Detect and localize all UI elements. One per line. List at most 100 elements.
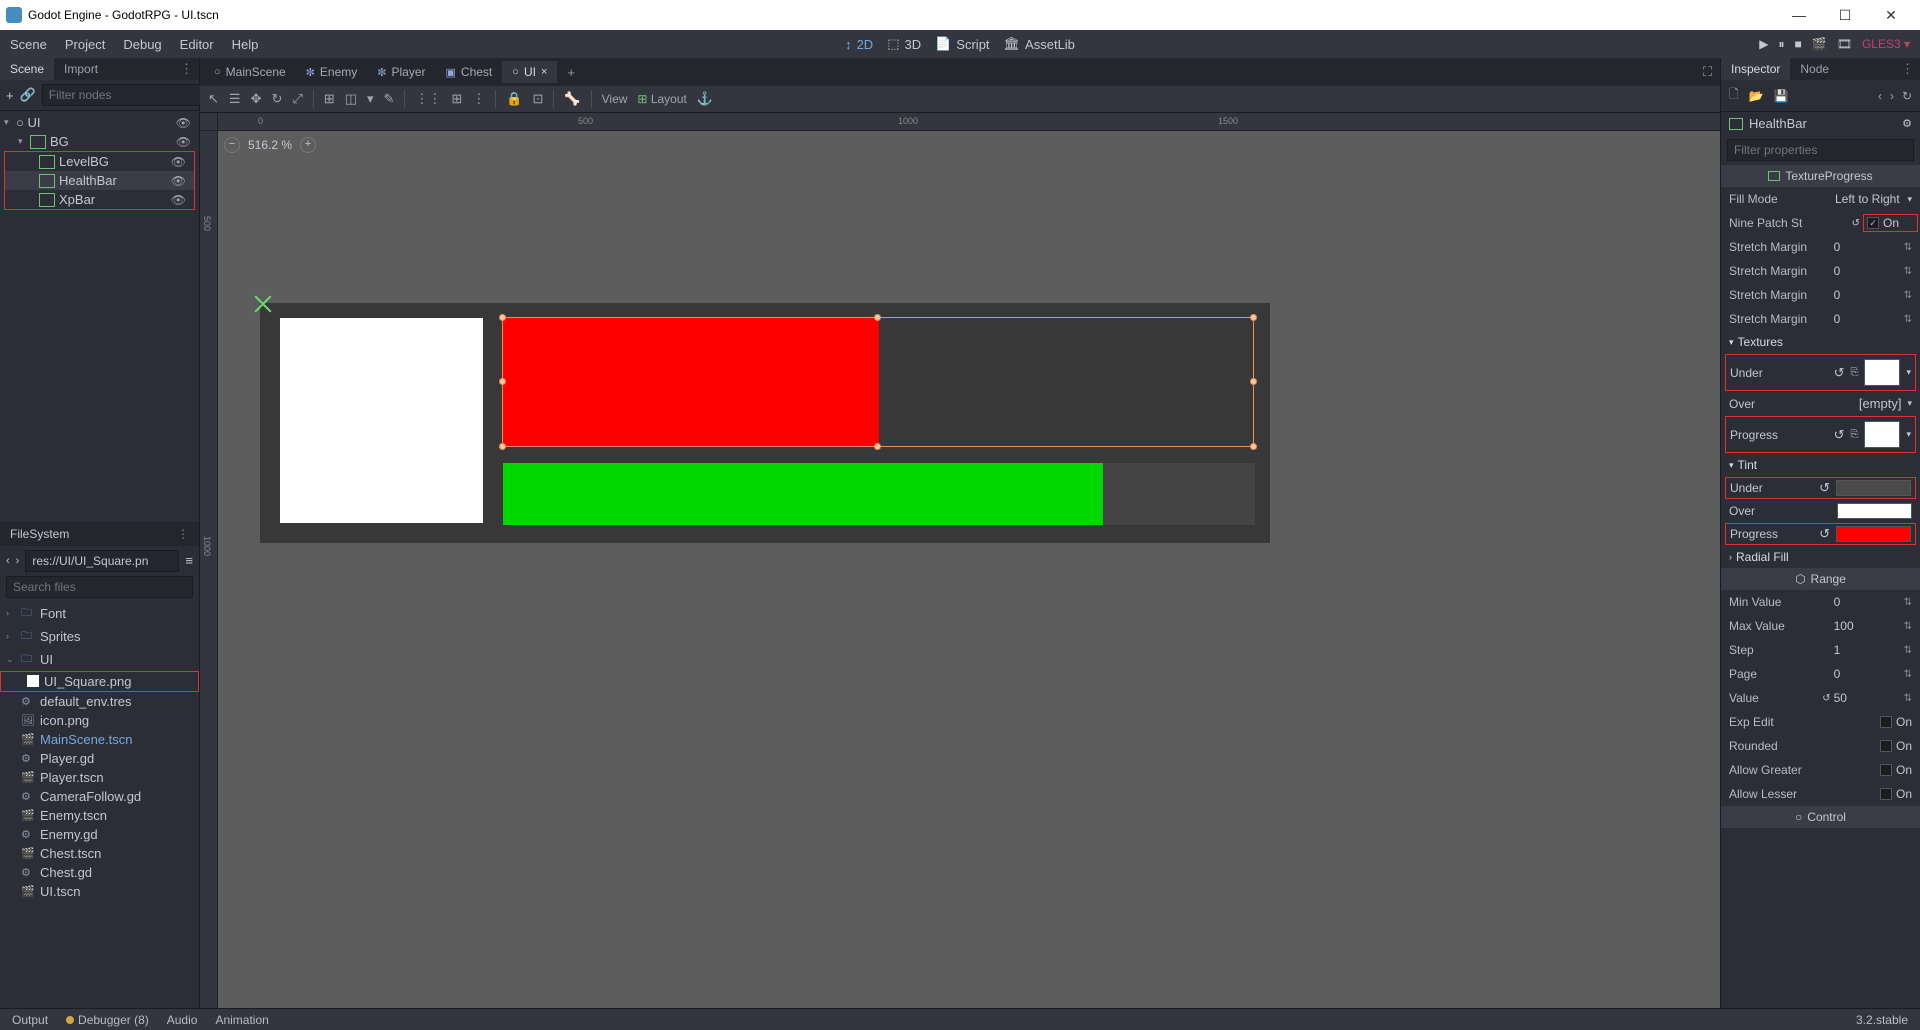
- scene-tab[interactable]: Scene: [0, 58, 54, 80]
- tree-node-bg[interactable]: ▾BG👁: [0, 132, 199, 151]
- load-resource-icon[interactable]: 📂: [1749, 89, 1764, 103]
- fs-file-enemy-gd[interactable]: ⚙Enemy.gd: [0, 825, 199, 844]
- prop-stretch-margin[interactable]: Stretch Margin0⇅: [1721, 283, 1920, 307]
- workspace-script[interactable]: 📄Script: [935, 36, 989, 52]
- prop-stretch-margin[interactable]: Stretch Margin0⇅: [1721, 259, 1920, 283]
- fs-path-input[interactable]: res://UI/UI_Square.pn: [25, 550, 179, 572]
- make-unique-icon[interactable]: ⎘: [1850, 367, 1858, 378]
- workspace-2d[interactable]: ↕2D: [845, 37, 873, 52]
- prop-min-value[interactable]: Min Value0⇅: [1721, 590, 1920, 614]
- list-tool-icon[interactable]: ☰: [229, 91, 241, 107]
- prop-stretch-margin[interactable]: Stretch Margin0⇅: [1721, 235, 1920, 259]
- reset-icon[interactable]: ↺: [1819, 526, 1830, 542]
- reset-icon[interactable]: ↺: [1852, 218, 1860, 229]
- section-textures[interactable]: ▾Textures: [1721, 331, 1920, 353]
- view-menu[interactable]: View: [602, 92, 628, 106]
- bottom-animation[interactable]: Animation: [215, 1013, 268, 1027]
- dock-options-icon[interactable]: ⋮: [177, 527, 189, 541]
- bottom-debugger[interactable]: Debugger (8): [66, 1013, 149, 1027]
- filter-nodes-input[interactable]: [42, 84, 211, 106]
- stop-button-icon[interactable]: ■: [1795, 37, 1802, 51]
- play-button-icon[interactable]: ▶: [1759, 37, 1768, 51]
- inspector-tab[interactable]: Inspector: [1721, 58, 1790, 80]
- prop-fill-mode[interactable]: Fill Mode Left to Right ▾: [1721, 187, 1920, 211]
- prop-texture-under[interactable]: Under↺⎘▾: [1725, 354, 1916, 391]
- maximize-button[interactable]: ☐: [1822, 7, 1868, 24]
- pivot-tool-icon[interactable]: ▾: [367, 91, 374, 107]
- import-tab[interactable]: Import: [54, 58, 108, 80]
- prop-nine-patch[interactable]: Nine Patch St ↺ ✓On: [1721, 211, 1920, 235]
- snap-icon[interactable]: ⋮⋮: [415, 91, 441, 107]
- prop-texture-over[interactable]: Over[empty]▾: [1721, 392, 1920, 415]
- distraction-free-icon[interactable]: ⛶: [1695, 64, 1720, 80]
- menu-debug[interactable]: Debug: [123, 37, 161, 52]
- fs-file-chest-tscn[interactable]: 🎬Chest.tscn: [0, 844, 199, 863]
- fs-folder-sprites[interactable]: ›🗀Sprites: [0, 625, 199, 648]
- fs-file-chest-gd[interactable]: ⚙Chest.gd: [0, 863, 199, 882]
- reset-icon[interactable]: ↺: [1822, 693, 1830, 704]
- scale-tool-icon[interactable]: ⤢: [292, 91, 302, 107]
- class-header[interactable]: TextureProgress: [1721, 165, 1920, 187]
- class-control[interactable]: ○Control: [1721, 806, 1920, 828]
- prop-allow-greater[interactable]: Allow GreaterOn: [1721, 758, 1920, 782]
- visibility-icon[interactable]: 👁: [171, 193, 190, 207]
- prop-tint-under[interactable]: Under↺: [1725, 477, 1916, 499]
- fs-back-icon[interactable]: ‹: [6, 555, 10, 567]
- play-custom-icon[interactable]: 🎞: [1837, 37, 1852, 51]
- zoom-out-icon[interactable]: −: [224, 137, 240, 153]
- filter-properties-input[interactable]: [1727, 139, 1914, 161]
- add-tab-icon[interactable]: +: [557, 65, 585, 80]
- lock-icon[interactable]: 🔒: [506, 91, 522, 107]
- layout-menu[interactable]: ⊞ Layout: [637, 92, 686, 106]
- prop-page[interactable]: Page0⇅: [1721, 662, 1920, 686]
- bone-icon[interactable]: 🦴: [564, 91, 580, 107]
- fs-file-mainscene[interactable]: 🎬MainScene.tscn: [0, 730, 199, 749]
- visibility-icon[interactable]: 👁: [176, 135, 195, 149]
- minimize-button[interactable]: —: [1776, 7, 1822, 23]
- node-tab[interactable]: Node: [1790, 58, 1839, 80]
- node-tools-icon[interactable]: ⚙: [1902, 117, 1912, 130]
- reset-icon[interactable]: ↺: [1834, 427, 1845, 443]
- menu-project[interactable]: Project: [65, 37, 105, 52]
- select-tool-icon[interactable]: ↖: [208, 91, 219, 107]
- visibility-icon[interactable]: 👁: [171, 174, 190, 188]
- prop-tint-over[interactable]: Over: [1721, 500, 1920, 522]
- visibility-icon[interactable]: 👁: [171, 155, 190, 169]
- history-prev-icon[interactable]: ‹: [1878, 89, 1882, 103]
- tab-ui[interactable]: ○UI×: [502, 61, 557, 83]
- move-tool-icon[interactable]: ✥: [251, 91, 262, 107]
- prop-value[interactable]: Value↺50⇅: [1721, 686, 1920, 710]
- fs-file-player-gd[interactable]: ⚙Player.gd: [0, 749, 199, 768]
- tree-node-healthbar[interactable]: HealthBar👁: [5, 171, 194, 190]
- tab-player[interactable]: ✼Player: [367, 61, 435, 83]
- close-button[interactable]: ✕: [1868, 7, 1914, 24]
- snap-options-icon[interactable]: ⋮: [472, 91, 485, 107]
- viewport-canvas[interactable]: 0 500 1000 1500 500 1000 − 516.2 % +: [200, 113, 1720, 1008]
- ruler-tool-icon[interactable]: ◫: [345, 91, 357, 107]
- add-node-icon[interactable]: +: [6, 88, 14, 103]
- renderer-dropdown[interactable]: GLES3 ▾: [1862, 37, 1910, 51]
- section-radial[interactable]: ›Radial Fill: [1721, 546, 1920, 568]
- fs-file-enemy-tscn[interactable]: 🎬Enemy.tscn: [0, 806, 199, 825]
- close-tab-icon[interactable]: ×: [541, 66, 547, 78]
- prop-texture-progress[interactable]: Progress↺⎘▾: [1725, 416, 1916, 453]
- prop-max-value[interactable]: Max Value100⇅: [1721, 614, 1920, 638]
- fs-file-ui-square[interactable]: UI_Square.png: [0, 671, 199, 692]
- prop-step[interactable]: Step1⇅: [1721, 638, 1920, 662]
- fs-file-player-tscn[interactable]: 🎬Player.tscn: [0, 768, 199, 787]
- workspace-assetlib[interactable]: 🏛AssetLib: [1004, 36, 1075, 52]
- bottom-audio[interactable]: Audio: [167, 1013, 198, 1027]
- bottom-output[interactable]: Output: [12, 1013, 48, 1027]
- reset-icon[interactable]: ↺: [1819, 480, 1830, 496]
- class-range[interactable]: ⬡Range: [1721, 568, 1920, 590]
- zoom-label[interactable]: 516.2 %: [248, 138, 292, 152]
- prop-tint-progress[interactable]: Progress↺: [1725, 523, 1916, 545]
- section-tint[interactable]: ▾Tint: [1721, 454, 1920, 476]
- prop-rounded[interactable]: RoundedOn: [1721, 734, 1920, 758]
- fs-folder-font[interactable]: ›🗀Font: [0, 602, 199, 625]
- fs-forward-icon[interactable]: ›: [16, 555, 20, 567]
- menu-help[interactable]: Help: [232, 37, 259, 52]
- history-menu-icon[interactable]: ↻: [1902, 89, 1912, 103]
- fs-file-camera[interactable]: ⚙CameraFollow.gd: [0, 787, 199, 806]
- prop-allow-lesser[interactable]: Allow LesserOn: [1721, 782, 1920, 806]
